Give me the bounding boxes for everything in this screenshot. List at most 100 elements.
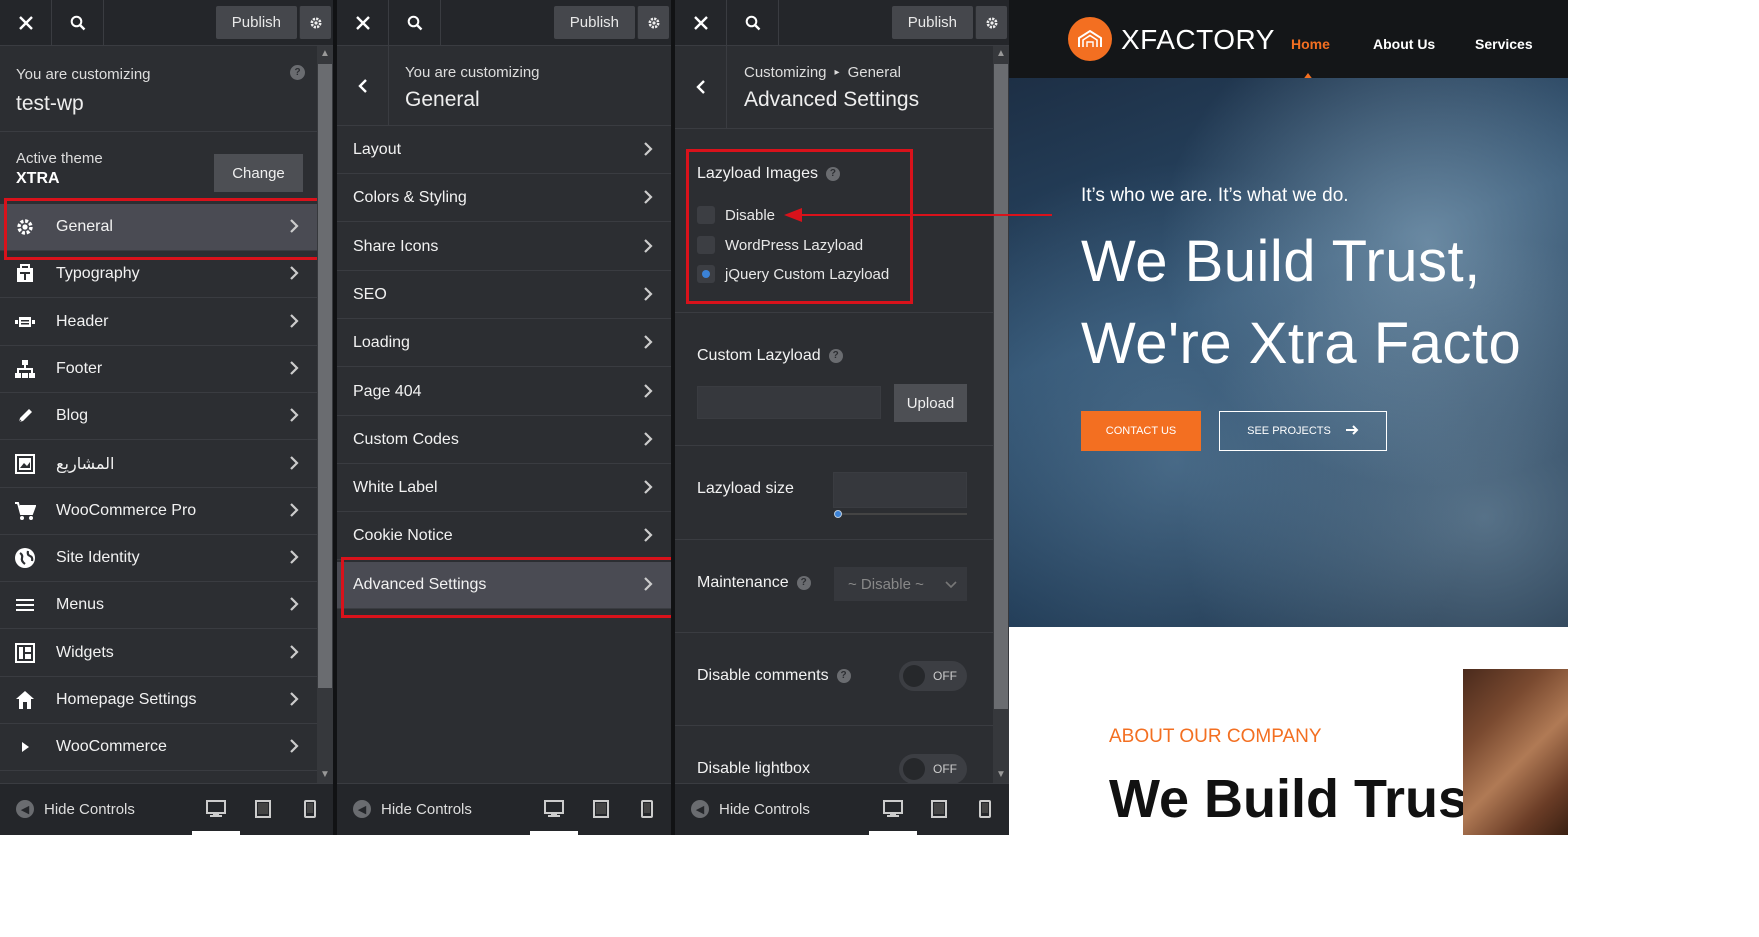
hide-controls-label: Hide Controls bbox=[381, 800, 472, 818]
hide-controls-button[interactable]: ◀ Hide Controls bbox=[353, 800, 472, 818]
site-logo-text[interactable]: XFACTORY bbox=[1121, 24, 1275, 56]
contact-us-button[interactable]: CONTACT US bbox=[1081, 411, 1201, 451]
menu-item-label: Footer bbox=[56, 359, 103, 377]
mobile-preview-icon[interactable] bbox=[635, 798, 659, 820]
lazyload-size-input[interactable] bbox=[833, 472, 967, 508]
scroll-up-icon[interactable]: ▲ bbox=[319, 48, 331, 60]
highlight-box-advanced bbox=[341, 557, 671, 618]
menu-item-label: Colors & Styling bbox=[353, 189, 467, 207]
see-projects-button[interactable]: SEE PROJECTS bbox=[1219, 411, 1387, 451]
hide-controls-button[interactable]: ◀ Hide Controls bbox=[691, 800, 810, 818]
help-icon[interactable]: ? bbox=[796, 575, 811, 590]
close-icon[interactable] bbox=[337, 0, 389, 46]
chevron-left-icon bbox=[695, 80, 705, 94]
scroll-down-icon[interactable]: ▼ bbox=[995, 769, 1007, 781]
customizer-menu-item[interactable]: Cookie Notice bbox=[337, 513, 671, 561]
nav-about[interactable]: About Us bbox=[1373, 36, 1435, 52]
desktop-preview-icon[interactable] bbox=[869, 798, 917, 835]
change-theme-button[interactable]: Change bbox=[214, 154, 303, 192]
nav-home[interactable]: Home bbox=[1291, 36, 1330, 52]
logo-icon[interactable] bbox=[1068, 17, 1112, 61]
maintenance-select[interactable]: ~ Disable ~ bbox=[834, 567, 967, 601]
close-icon[interactable] bbox=[675, 0, 727, 46]
menu-item-label: Page 404 bbox=[353, 382, 422, 400]
chevron-right-icon bbox=[289, 549, 299, 570]
customizer-menu-item[interactable]: WooCommerce Pro bbox=[0, 488, 317, 535]
scroll-down-icon[interactable]: ▼ bbox=[319, 769, 331, 781]
back-button[interactable] bbox=[675, 46, 727, 128]
customizer-footer: ◀ Hide Controls bbox=[675, 783, 1009, 835]
customizer-menu-item[interactable]: Share Icons bbox=[337, 224, 671, 271]
close-icon[interactable] bbox=[0, 0, 52, 46]
customizer-menu-item[interactable]: Footer bbox=[0, 346, 317, 393]
chevron-right-icon bbox=[643, 238, 653, 259]
gear-icon[interactable] bbox=[299, 6, 331, 39]
publish-button[interactable]: Publish bbox=[553, 6, 635, 39]
gear-icon[interactable] bbox=[637, 6, 669, 39]
customizer-menu-item[interactable]: Blog bbox=[0, 393, 317, 441]
tablet-preview-icon[interactable] bbox=[251, 798, 275, 820]
annotation-arrow bbox=[784, 208, 1052, 222]
scrollbar[interactable]: ▲ ▼ bbox=[317, 46, 333, 783]
chevron-right-icon bbox=[289, 502, 299, 523]
chevron-left-icon bbox=[357, 78, 367, 93]
lazyload-size-slider-handle[interactable] bbox=[834, 510, 842, 518]
disable-lightbox-toggle[interactable]: OFF bbox=[899, 754, 967, 784]
customizer-menu-item[interactable]: Menus bbox=[0, 582, 317, 630]
customizer-menu-item[interactable]: Homepage Settings bbox=[0, 677, 317, 724]
customizer-menu-item[interactable]: Colors & Styling bbox=[337, 175, 671, 223]
chevron-right-icon bbox=[289, 313, 299, 334]
customizer-menu-item[interactable]: Site Identity bbox=[0, 535, 317, 583]
chevron-right-icon bbox=[643, 431, 653, 452]
about-image bbox=[1463, 669, 1568, 835]
help-icon[interactable]: ? bbox=[836, 668, 851, 683]
desktop-preview-icon[interactable] bbox=[192, 798, 240, 835]
nav-services[interactable]: Services bbox=[1475, 36, 1533, 52]
customizer-menu-item[interactable]: Page 404 bbox=[337, 369, 671, 416]
scrollbar[interactable]: ▲ ▼ bbox=[993, 46, 1009, 783]
customizer-menu-item[interactable]: White Label bbox=[337, 465, 671, 513]
customizer-menu-item[interactable]: المشاريع bbox=[0, 441, 317, 488]
disable-comments-toggle[interactable]: OFF bbox=[899, 661, 967, 691]
hide-controls-button[interactable]: ◀ Hide Controls bbox=[16, 800, 135, 818]
search-icon[interactable] bbox=[52, 0, 104, 46]
search-icon[interactable] bbox=[389, 0, 441, 46]
mobile-preview-icon[interactable] bbox=[973, 798, 997, 820]
customizer-menu-item[interactable]: Loading bbox=[337, 320, 671, 368]
menu-item-label: SEO bbox=[353, 285, 387, 303]
customizer-menu-item[interactable]: WooCommerce bbox=[0, 724, 317, 772]
customizer-menu-item[interactable]: SEO bbox=[337, 272, 671, 319]
publish-button[interactable]: Publish bbox=[215, 6, 297, 39]
customizer-menu-item[interactable]: Custom Codes bbox=[337, 417, 671, 464]
site-header: XFACTORY Home About Us Services bbox=[1009, 0, 1568, 81]
back-button[interactable] bbox=[337, 46, 389, 125]
menu-item-label: Homepage Settings bbox=[56, 691, 197, 708]
customizer-menu-item[interactable]: Widgets bbox=[0, 630, 317, 677]
upload-button[interactable]: Upload bbox=[894, 384, 967, 422]
search-icon[interactable] bbox=[727, 0, 779, 46]
help-icon[interactable]: ? bbox=[828, 348, 843, 363]
mobile-preview-icon[interactable] bbox=[298, 798, 322, 820]
chevron-right-icon bbox=[643, 383, 653, 404]
tablet-preview-icon[interactable] bbox=[589, 798, 613, 820]
customizer-topbar: Publish bbox=[675, 0, 1009, 46]
chevron-right-icon bbox=[289, 360, 299, 381]
help-icon[interactable]: ? bbox=[282, 64, 305, 82]
lazyload-size-slider-track[interactable] bbox=[835, 513, 967, 515]
tablet-preview-icon[interactable] bbox=[927, 798, 951, 820]
publish-button[interactable]: Publish bbox=[891, 6, 973, 39]
gear-icon[interactable] bbox=[975, 6, 1007, 39]
customizer-menu-item[interactable]: Header bbox=[0, 299, 317, 346]
menu-item-label: WooCommerce bbox=[56, 738, 167, 756]
chevron-right-icon bbox=[643, 189, 653, 210]
custom-lazyload-input[interactable] bbox=[697, 386, 881, 419]
customizer-root-panel: Publish You are customizing test-wp ? Ac… bbox=[0, 0, 333, 835]
lazyload-size-section: Lazyload size bbox=[675, 446, 993, 540]
desktop-preview-icon[interactable] bbox=[530, 798, 578, 835]
scroll-thumb[interactable] bbox=[318, 64, 332, 688]
scroll-thumb[interactable] bbox=[994, 64, 1008, 709]
scroll-up-icon[interactable]: ▲ bbox=[995, 48, 1007, 60]
chevron-right-icon bbox=[289, 455, 299, 476]
customizer-menu-item[interactable]: Layout bbox=[337, 127, 671, 174]
hide-controls-label: Hide Controls bbox=[719, 800, 810, 818]
